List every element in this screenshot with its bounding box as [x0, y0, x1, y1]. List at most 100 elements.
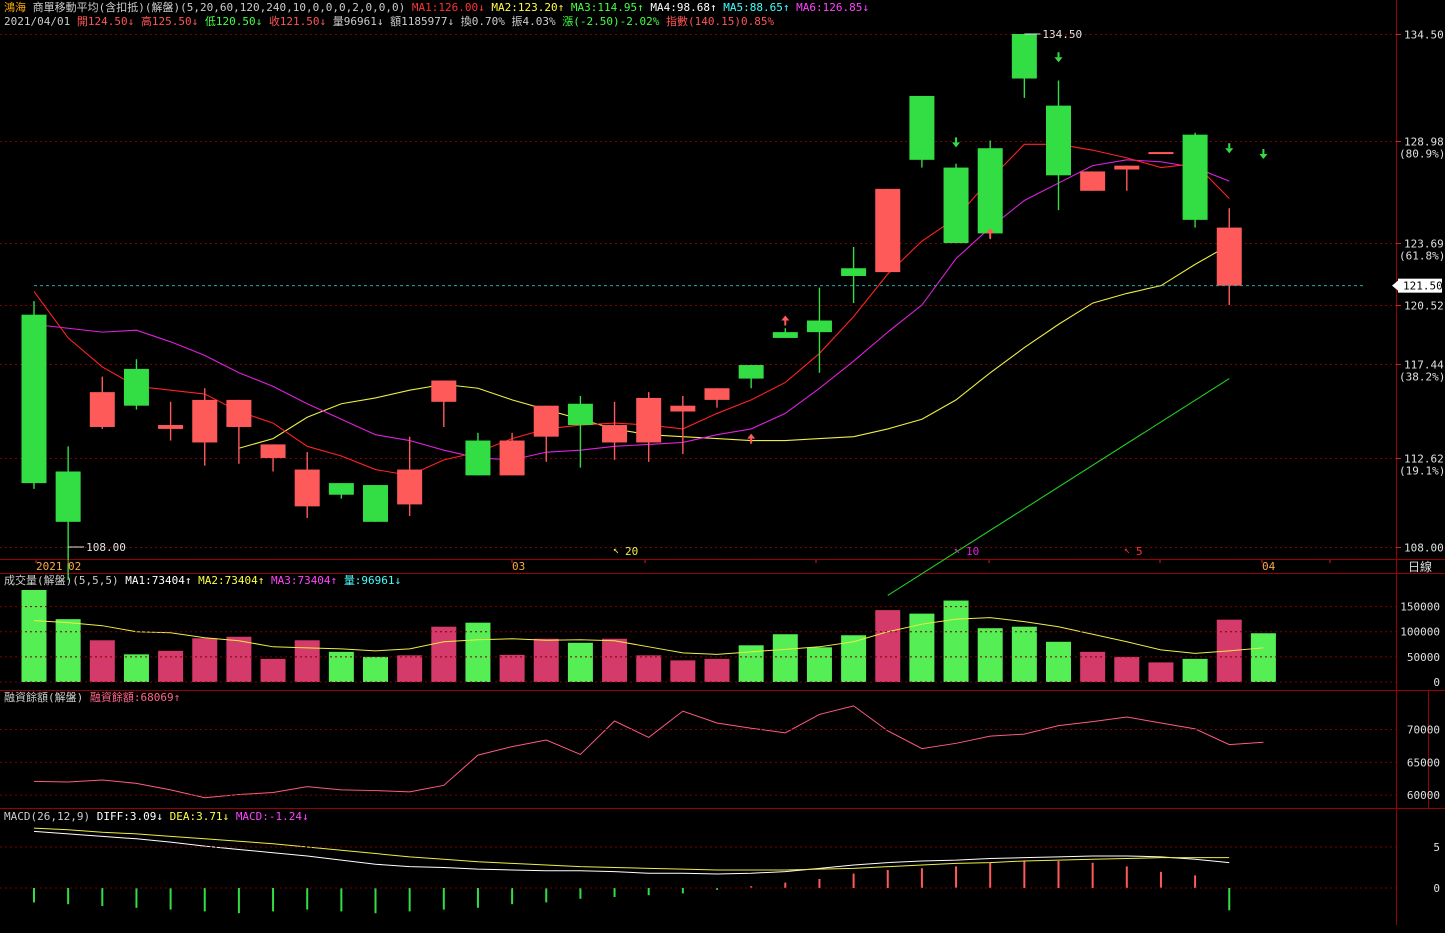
ma60-line: [887, 378, 1230, 596]
ma10-mark-arrow: ↖: [954, 545, 960, 556]
margin-path: [33, 705, 1264, 799]
macd-axis-label: 5: [1433, 841, 1440, 854]
candle-body: [772, 332, 798, 338]
ma10-mark: 10: [966, 545, 979, 558]
volume-bar: [55, 619, 81, 682]
volume-bar: [772, 634, 798, 682]
volume-bars: [21, 590, 1276, 682]
volume-bar: [704, 658, 730, 682]
candle-body: [1080, 171, 1106, 191]
ma20-mark: 20: [625, 545, 638, 558]
volume-bar: [89, 640, 115, 682]
candle-body: [499, 440, 525, 476]
volume-bar: [226, 636, 252, 682]
current-price-pointer: [1392, 280, 1398, 291]
macd-axis: 50: [0, 841, 1440, 895]
volume-bar: [670, 660, 696, 682]
candle-body: [909, 95, 935, 160]
volume-bar: [1011, 626, 1037, 682]
volume-bar: [943, 600, 969, 682]
candle-body: [738, 365, 764, 379]
volume-bar: [533, 638, 559, 682]
volume-bar: [1080, 651, 1106, 682]
ma5-mark-arrow: ↖: [1124, 545, 1130, 556]
volume-ma-line: [33, 617, 1264, 655]
volume-bar: [977, 628, 1003, 682]
candle-body: [431, 380, 457, 402]
signal-arrows: [747, 52, 1268, 444]
volume-bar: [636, 655, 662, 682]
ma20-line: [238, 244, 1230, 449]
candle-body: [636, 397, 662, 443]
volume-axis-label: 100000: [1400, 626, 1440, 639]
down-arrow: [952, 142, 961, 148]
volume-bar: [431, 626, 457, 682]
price-label: 120.52: [1404, 300, 1444, 313]
ma20-path: [238, 244, 1230, 449]
candle-body: [875, 188, 901, 273]
volume-bar: [1182, 658, 1208, 682]
price-label: 108.00: [1404, 542, 1444, 555]
candle-body: [363, 485, 388, 522]
candle-body: [123, 368, 149, 406]
volume-bar: [158, 650, 184, 682]
volume-axis-label: 150000: [1400, 601, 1440, 614]
volume-bar: [1148, 662, 1174, 682]
low-label: 108.00: [86, 541, 126, 554]
fib-label: (61.8%): [1399, 250, 1445, 263]
volume-bar: [21, 590, 47, 682]
candle-body: [704, 388, 730, 400]
volume-bar: [1046, 641, 1071, 682]
volume-bar: [123, 654, 149, 682]
volume-axis-label: 50000: [1407, 651, 1440, 664]
candle-body: [806, 320, 832, 333]
margin-axis-label: 70000: [1407, 724, 1440, 737]
down-arrow: [1259, 154, 1268, 160]
grid-lines: [0, 34, 1396, 548]
up-arrow: [781, 315, 790, 321]
up-arrow: [747, 433, 756, 439]
ma20-mark-arrow: ↖: [613, 545, 619, 556]
volume-bar: [260, 658, 286, 682]
macd-histogram: [33, 861, 1231, 914]
stock-chart[interactable]: 134.50128.98(80.9%)123.69(61.8%)120.5211…: [0, 0, 1445, 933]
price-label: 134.50: [1404, 29, 1444, 42]
candle-body: [533, 405, 559, 437]
candle-body: [943, 167, 969, 244]
date-year: 2021: [36, 560, 63, 573]
volume-bar: [875, 610, 901, 682]
volume-bar: [328, 651, 354, 682]
date-month-04: 04: [1262, 560, 1276, 573]
candlesticks[interactable]: [21, 34, 1242, 580]
candle-body: [1182, 134, 1208, 220]
candle-body: [260, 444, 286, 458]
volume-ma-path: [33, 617, 1264, 655]
candle-body: [55, 471, 81, 522]
high-label: 134.50: [1042, 28, 1082, 41]
macd-dea-path: [33, 827, 1230, 871]
macd-axis-label: 0: [1433, 882, 1440, 895]
volume-bar: [1114, 656, 1140, 682]
candle-body: [670, 405, 696, 412]
candle-body: [977, 148, 1003, 234]
candle-body: [328, 483, 354, 495]
candle-body: [1046, 105, 1071, 176]
candle-body: [21, 314, 47, 484]
candle-body: [841, 268, 867, 276]
period-toggle[interactable]: 日線: [1408, 559, 1432, 574]
candle-body: [192, 399, 218, 443]
candle-body: [89, 392, 115, 427]
panel-frames: [0, 0, 1445, 925]
candle-body: [465, 440, 491, 476]
volume-bar: [192, 638, 218, 682]
candle-body: [1216, 227, 1242, 286]
candle-body: [158, 425, 184, 429]
date-ticks: [35, 560, 1331, 563]
volume-axis-label: 0: [1433, 676, 1440, 689]
date-month-03: 03: [512, 560, 525, 573]
down-arrow: [1054, 57, 1063, 63]
candle-body: [397, 469, 423, 505]
volume-bar: [567, 642, 593, 682]
volume-bar: [806, 647, 832, 682]
fib-label: (38.2%): [1399, 371, 1445, 384]
